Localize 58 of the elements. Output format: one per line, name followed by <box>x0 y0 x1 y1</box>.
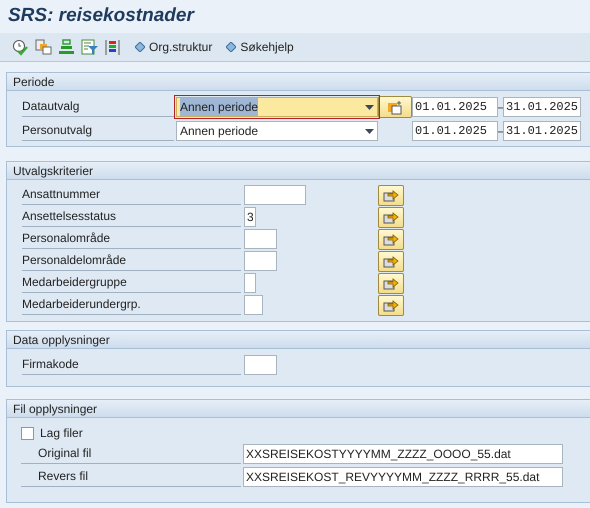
multiple-selection-button[interactable] <box>378 250 404 272</box>
multiple-selection-button[interactable] <box>378 184 404 206</box>
section-header: Utvalgskriterier <box>7 162 590 180</box>
input-field[interactable]: 01.01.2025 <box>412 97 498 117</box>
arrow-box-icon <box>383 210 399 224</box>
document-icon <box>387 100 403 114</box>
arrow-box-icon <box>383 232 399 246</box>
section-header: Periode <box>7 73 590 91</box>
dropdown-field[interactable]: Annen periode <box>176 121 378 141</box>
checkbox[interactable] <box>21 426 34 440</box>
filter-icon[interactable] <box>81 38 98 56</box>
input-field[interactable]: 31.01.2025 <box>503 121 581 141</box>
copy-icon[interactable] <box>35 38 52 56</box>
field-label: Firmakode <box>22 355 241 375</box>
field-label: Ansettelsesstatus <box>22 207 241 227</box>
input-field[interactable]: 3 <box>244 207 256 227</box>
input-field[interactable] <box>244 295 263 315</box>
input-field[interactable] <box>244 273 256 293</box>
field-label: Original fil <box>21 444 241 464</box>
input-field[interactable] <box>244 355 277 375</box>
field-label: Datautvalg <box>22 97 174 117</box>
field-label: Medarbeidergruppe <box>22 273 241 293</box>
input-field[interactable]: 31.01.2025 <box>503 97 581 117</box>
input-field[interactable] <box>244 251 277 271</box>
diamond-icon <box>135 42 145 52</box>
input-field[interactable]: 01.01.2025 <box>412 121 498 141</box>
field-label: Personutvalg <box>22 121 174 141</box>
dropdown-field[interactable]: Annen periode <box>176 97 378 117</box>
window-title: SRS: reisekostnader <box>8 4 194 28</box>
multiple-selection-button[interactable] <box>378 228 404 250</box>
input-field[interactable]: XXSREISEKOST_REVYYYYMM_ZZZZ_RRRR_55.dat <box>243 467 563 487</box>
arrow-box-icon <box>383 276 399 290</box>
input-field[interactable] <box>244 229 277 249</box>
field-label: Personaldelområde <box>22 251 241 271</box>
arrow-box-icon <box>383 188 399 202</box>
diamond-icon <box>226 42 236 52</box>
section-header: Data opplysninger <box>7 331 590 349</box>
input-field[interactable] <box>244 185 306 205</box>
caret-icon <box>365 128 374 134</box>
stack-icon[interactable] <box>58 38 75 56</box>
select-button[interactable] <box>378 96 412 118</box>
multiple-selection-button[interactable] <box>378 206 404 228</box>
section-header: Fil opplysninger <box>7 400 590 418</box>
clock-check-icon[interactable] <box>12 38 29 56</box>
field-label: Medarbeiderundergrp. <box>22 295 241 315</box>
caret-icon <box>365 104 374 110</box>
toolbar-button[interactable]: Org.struktur <box>135 38 212 56</box>
multiple-selection-button[interactable] <box>378 272 404 294</box>
arrow-box-icon <box>383 254 399 268</box>
arrow-box-icon <box>383 298 399 312</box>
checkbox-label: Lag filer <box>40 425 83 442</box>
field-label: Personalområde <box>22 229 241 249</box>
toolbar-button[interactable]: Søkehjelp <box>226 38 294 56</box>
multiple-selection-button[interactable] <box>378 294 404 316</box>
field-label: Ansattnummer <box>22 185 241 205</box>
input-field[interactable]: XXSREISEKOSTYYYYMM_ZZZZ_OOOO_55.dat <box>243 444 563 464</box>
color-bars-icon[interactable] <box>104 38 121 56</box>
field-label: Revers fil <box>21 467 241 487</box>
